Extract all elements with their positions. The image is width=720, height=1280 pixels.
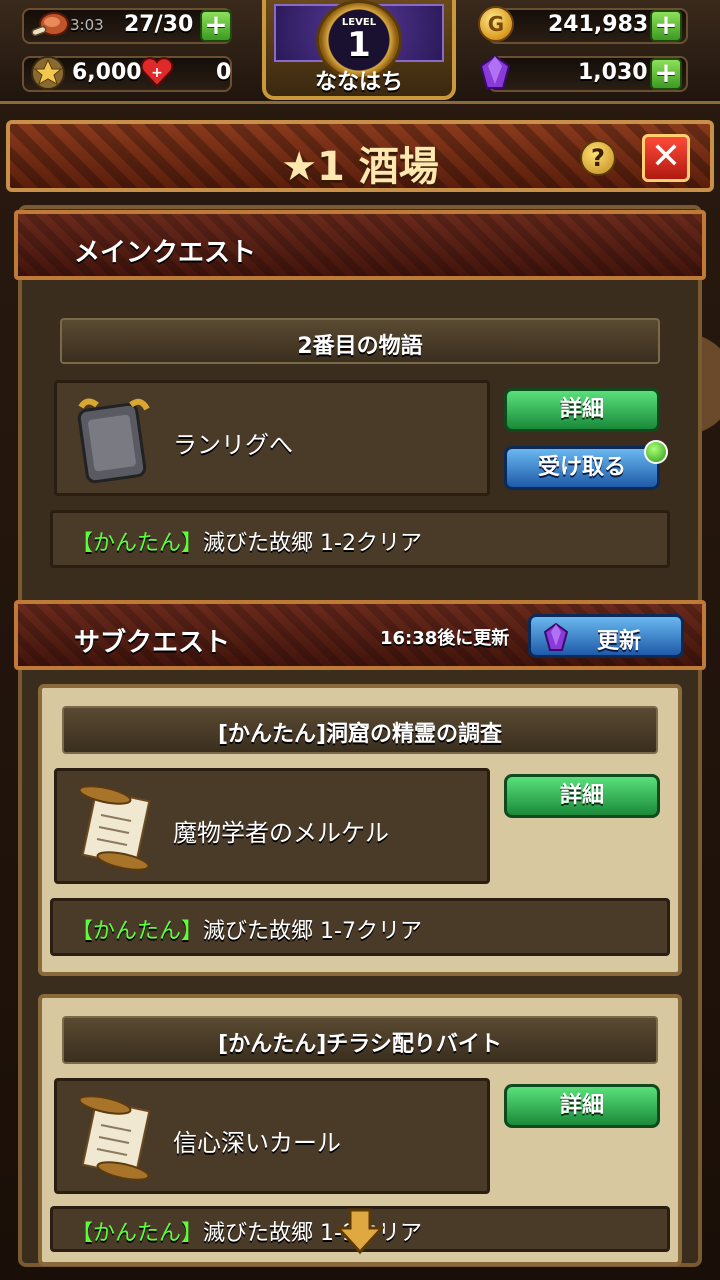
sub-quest-title: サブクエスト: [74, 628, 231, 658]
condition-label: 滅びた故郷 1-2クリア: [203, 531, 422, 556]
gold-value: 241,983: [548, 12, 649, 37]
sub-quest-name: 魔物学者のメルケル: [173, 819, 389, 847]
purple-gem-icon: [479, 54, 511, 89]
sub-quest-condition: 【かんたん】滅びた故郷 1-7クリア: [50, 898, 670, 956]
main-quest-receive-button[interactable]: 受け取る: [504, 446, 660, 490]
rank-points: 6,000: [72, 60, 142, 85]
main-quest-chapter-ribbon: 2番目の物語: [60, 318, 660, 364]
add-gems-button[interactable]: +: [650, 58, 682, 90]
condition-label: 滅びた故郷 1-7クリア: [203, 919, 422, 944]
main-quest-detail-button[interactable]: 詳細: [504, 388, 660, 432]
sub-quest-title: [かんたん]洞窟の精霊の調査: [217, 722, 503, 747]
difficulty-label: 【かんたん】: [71, 919, 204, 944]
main-quest-chapter: 2番目の物語: [297, 334, 423, 359]
sub-quest-name: 信心深いカール: [173, 1129, 341, 1157]
status-bar: 3:03 27/30 + 6,000 + 0 LEVEL 1 ななはち G 24…: [0, 0, 720, 104]
sub-quest-title: [かんたん]チラシ配りバイト: [218, 1032, 502, 1057]
sub-quest-title-ribbon: [かんたん]チラシ配りバイト: [62, 1016, 658, 1064]
main-quest-header: メインクエスト: [14, 210, 706, 280]
help-button[interactable]: ?: [580, 140, 616, 176]
sub-quest-box: 魔物学者のメルケル: [54, 768, 490, 884]
rank-medal-icon: [31, 56, 65, 90]
difficulty-label: 【かんたん】: [71, 1221, 204, 1246]
player-level-panel[interactable]: LEVEL 1 ななはち: [262, 0, 456, 100]
hearts-value: 0: [216, 60, 232, 85]
refresh-timer: 16:38後に更新: [380, 628, 510, 649]
notification-dot: [644, 440, 668, 464]
level-number: 1: [347, 25, 371, 65]
purple-gem-icon: [543, 623, 569, 651]
stamina-value: 27/30: [124, 12, 194, 37]
svg-text:+: +: [151, 65, 163, 81]
meat-icon: [31, 12, 69, 37]
main-quest-name: ランリグへ: [173, 431, 293, 459]
condition-text: 【かんたん】滅びた故郷 1-7クリア: [71, 913, 422, 945]
add-gold-button[interactable]: +: [650, 10, 682, 42]
main-quest-condition: 【かんたん】滅びた故郷 1-2クリア: [50, 510, 670, 568]
gem-value: 1,030: [578, 60, 648, 85]
sub-quest-title-ribbon: [かんたん]洞窟の精霊の調査: [62, 706, 658, 754]
close-button[interactable]: ✕: [642, 134, 690, 182]
quest-scroll-icon: [78, 785, 151, 871]
stamina-timer: 3:03: [70, 16, 104, 34]
add-stamina-button[interactable]: +: [200, 10, 232, 42]
scroll-down-arrow-icon[interactable]: [336, 1208, 384, 1254]
sub-quest-detail-button[interactable]: 詳細: [504, 774, 660, 818]
quest-scroll-icon: [78, 1095, 151, 1181]
condition-text: 【かんたん】滅びた故郷 1-2クリア: [71, 525, 422, 557]
heart-icon: +: [140, 57, 174, 88]
difficulty-label: 【かんたん】: [71, 531, 204, 556]
player-name: ななはち: [314, 70, 403, 95]
sub-quest-detail-button[interactable]: 詳細: [504, 1084, 660, 1128]
refresh-button[interactable]: 更新: [528, 614, 684, 658]
condition-label: 滅びた故郷 1-9クリア: [203, 1221, 422, 1246]
gold-coin-icon: G: [478, 6, 514, 42]
main-quest-title: メインクエスト: [74, 238, 257, 268]
main-quest-box: ランリグへ: [54, 380, 490, 496]
refresh-label: 更新: [597, 629, 642, 654]
sub-quest-box: 信心深いカール: [54, 1078, 490, 1194]
tablet-icon: [77, 398, 150, 484]
